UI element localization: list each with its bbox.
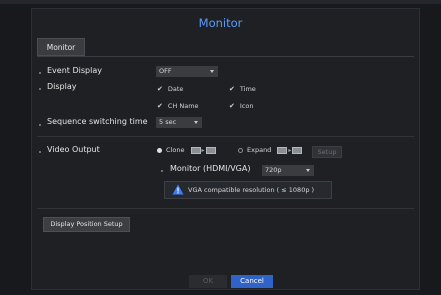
radio-unselected-icon [238,147,243,153]
video-output-label: Video Output [47,145,100,154]
page-title: Monitor [198,16,243,30]
checkbox-date[interactable]: ✔ Date [157,85,183,93]
sequence-label: Sequence switching time [47,117,148,126]
divider [37,136,414,137]
display-position-setup-button[interactable]: Display Position Setup [43,217,130,232]
check-icon: ✔ [229,102,235,110]
monitor-resolution-value: 720p [265,166,282,174]
warning-icon [172,184,184,195]
checkbox-time-label: Time [239,85,256,93]
event-display-value: OFF [159,67,172,75]
setup-button[interactable]: Setup [312,146,342,158]
chevron-down-icon [194,121,198,124]
bullet-icon [39,124,41,126]
display-label: Display [47,82,77,91]
expand-monitors-icon: ▸ [277,146,303,154]
clone-monitors-icon: ▸ [190,146,216,154]
chevron-down-icon [210,70,214,73]
monitor-hdmi-vga-label: Monitor (HDMI/VGA) [170,164,251,173]
bullet-icon [161,170,163,172]
checkbox-date-label: Date [167,85,184,93]
event-display-label: Event Display [47,66,102,75]
sequence-dropdown[interactable]: 5 sec [156,117,202,128]
checkbox-ch-name[interactable]: ✔ CH Name [157,102,199,110]
radio-expand-label: Expand [247,146,272,154]
checkbox-icon-label: Icon [239,102,254,110]
radio-selected-icon [157,147,162,153]
top-bar [0,0,441,4]
check-icon: ✔ [229,85,235,93]
check-icon: ✔ [157,102,163,110]
bullet-icon [39,88,41,90]
checkbox-ch-name-label: CH Name [167,102,199,110]
vga-warning-text: VGA compatible resolution ( ≤ 1080p ) [188,186,315,194]
check-icon: ✔ [157,85,163,93]
event-display-dropdown[interactable]: OFF [156,66,218,77]
monitor-resolution-dropdown[interactable]: 720p [262,165,314,176]
tab-monitor[interactable]: Monitor [37,38,85,56]
divider [37,208,414,209]
radio-clone[interactable]: Clone ▸ [157,146,216,154]
cancel-button[interactable]: Cancel [231,275,273,288]
vga-warning: VGA compatible resolution ( ≤ 1080p ) [164,181,332,199]
sequence-value: 5 sec [159,118,177,126]
chevron-down-icon [306,169,310,172]
checkbox-icon[interactable]: ✔ Icon [229,102,253,110]
ok-button[interactable]: OK [189,275,227,288]
bullet-icon [39,151,41,153]
checkbox-time[interactable]: ✔ Time [229,85,256,93]
radio-expand[interactable]: Expand ▸ [238,146,303,154]
monitor-window: Monitor Monitor Event Display OFF Displa… [0,0,441,295]
tab-divider [37,56,414,57]
bullet-icon [39,72,41,74]
radio-clone-label: Clone [166,146,185,154]
